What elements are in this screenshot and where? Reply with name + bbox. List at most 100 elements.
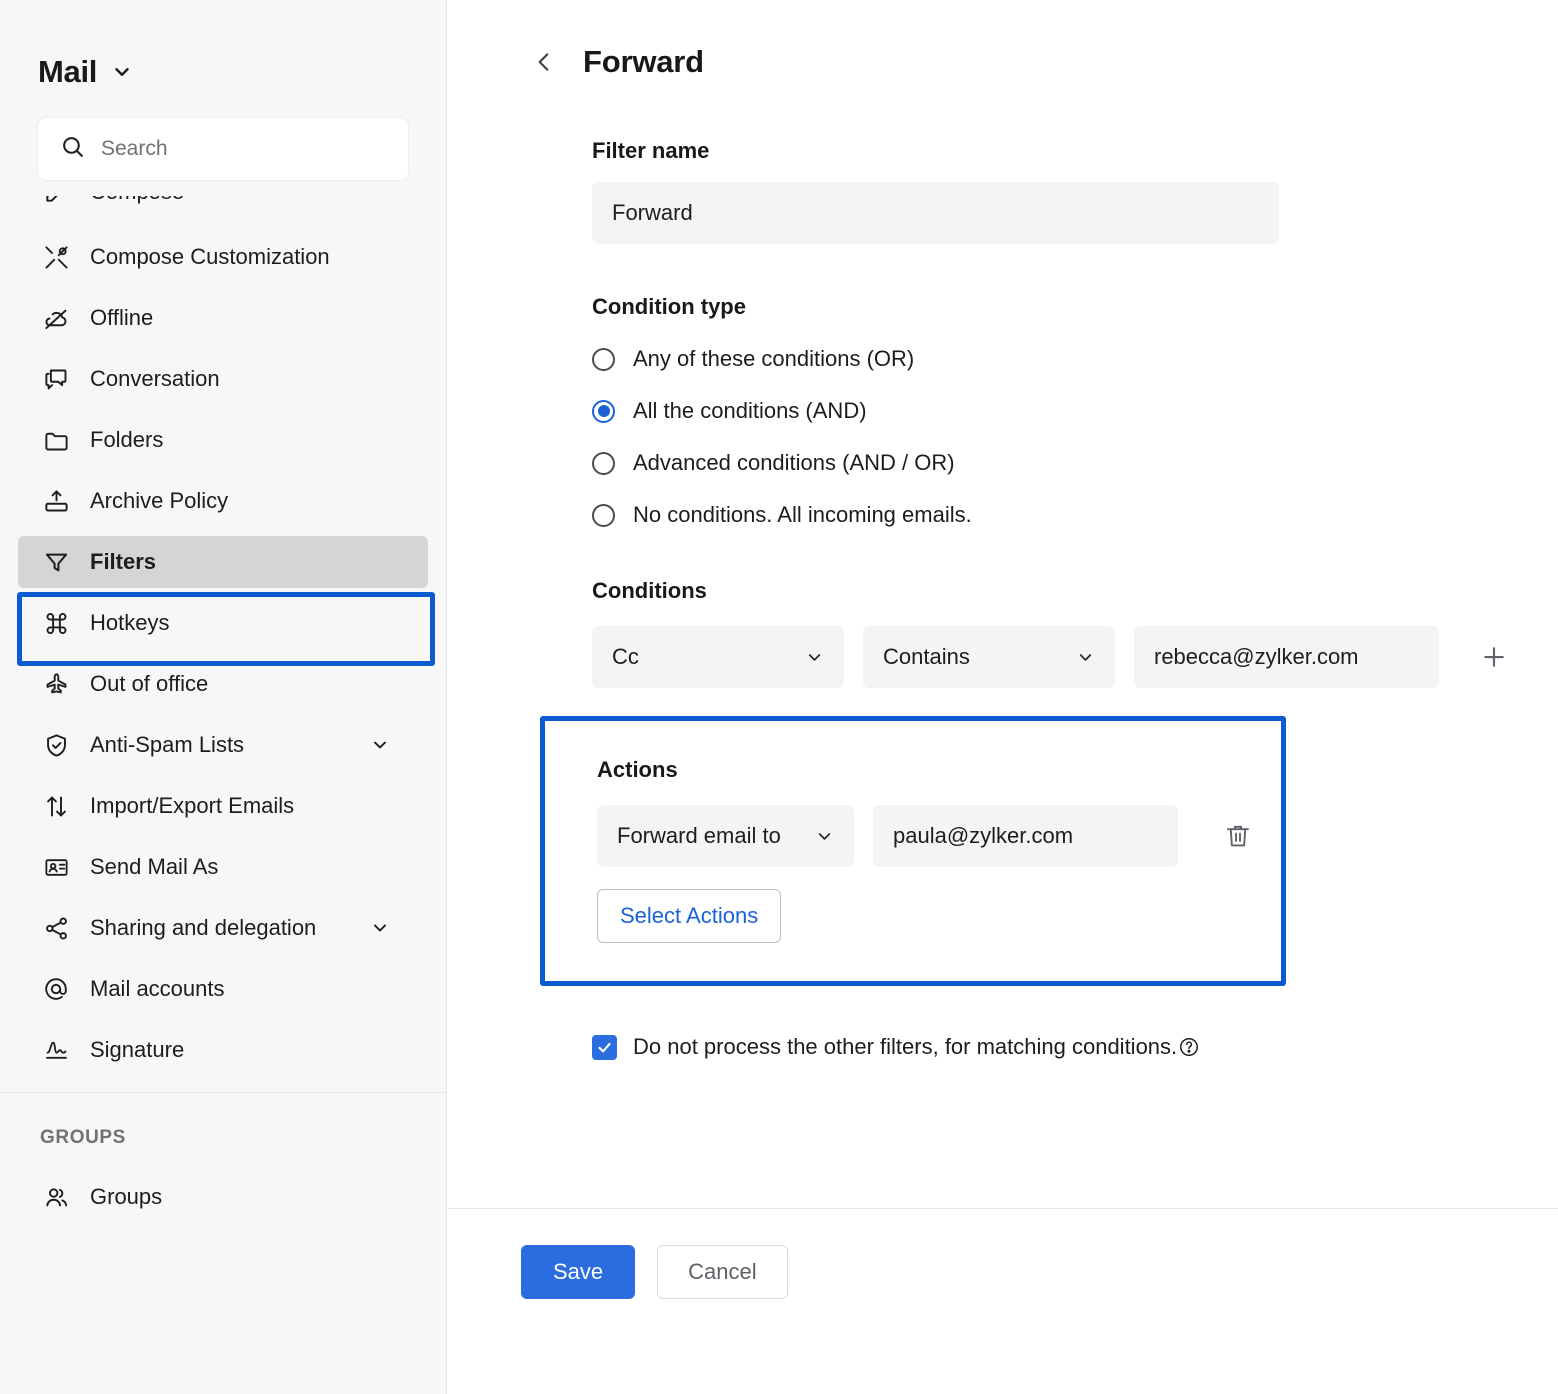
footer-separator <box>447 1208 1558 1209</box>
radio-label: All the conditions (AND) <box>633 398 867 424</box>
sidebar-app-title: Mail <box>38 54 97 90</box>
radio-no-conditions[interactable]: No conditions. All incoming emails. <box>592 502 1558 528</box>
radio-all-the-conditions[interactable]: All the conditions (AND) <box>592 398 1558 424</box>
sidebar-item-label: Offline <box>90 305 153 331</box>
radio-circle-icon[interactable] <box>592 348 615 371</box>
sidebar-header[interactable]: Mail <box>0 0 446 104</box>
search-icon <box>60 134 85 164</box>
filter-form: Filter name Forward Condition type Any o… <box>447 80 1558 1060</box>
chevron-down-icon[interactable] <box>370 735 390 755</box>
filter-name-input[interactable]: Forward <box>592 182 1279 244</box>
airplane-icon <box>40 668 72 700</box>
search-input[interactable]: Search <box>38 118 408 180</box>
search-placeholder: Search <box>101 137 168 161</box>
action-type-value: Forward email to <box>617 823 781 849</box>
sidebar-item-import-export-emails[interactable]: Import/Export Emails <box>18 780 428 832</box>
chevron-down-icon <box>805 648 824 667</box>
sidebar-nav-list: Compose Compose Customization Offline <box>0 196 446 1240</box>
sidebar-item-compose-clipped[interactable]: Compose <box>0 196 446 222</box>
stop-processing-row[interactable]: Do not process the other filters, for ma… <box>592 1034 1558 1060</box>
main-content: Forward Filter name Forward Condition ty… <box>447 0 1558 1394</box>
sidebar-item-compose-customization[interactable]: Compose Customization <box>18 231 428 283</box>
pencil-icon <box>40 196 72 208</box>
filter-name-section: Filter name Forward <box>592 138 1558 244</box>
sidebar-item-signature[interactable]: Signature <box>18 1024 428 1076</box>
sidebar-item-folders[interactable]: Folders <box>18 414 428 466</box>
sidebar-item-label: Import/Export Emails <box>90 793 294 819</box>
radio-label: Advanced conditions (AND / OR) <box>633 450 955 476</box>
arrows-up-down-icon <box>40 790 72 822</box>
chat-bubble-icon <box>40 363 72 395</box>
search-container: Search <box>0 104 446 180</box>
sidebar-item-label: Compose <box>90 196 184 205</box>
sidebar-item-hotkeys[interactable]: Hotkeys <box>18 597 428 649</box>
tools-icon <box>40 241 72 273</box>
signature-icon <box>40 1034 72 1066</box>
radio-circle-icon[interactable] <box>592 452 615 475</box>
sidebar-item-label: Conversation <box>90 366 220 392</box>
funnel-icon <box>40 546 72 578</box>
command-icon <box>40 607 72 639</box>
cloud-off-icon <box>40 302 72 334</box>
archive-icon <box>40 485 72 517</box>
chevron-down-icon <box>1076 648 1095 667</box>
sidebar-item-label: Send Mail As <box>90 854 218 880</box>
sidebar-item-out-of-office[interactable]: Out of office <box>18 658 428 710</box>
sidebar-item-label: Hotkeys <box>90 610 169 636</box>
at-icon <box>40 973 72 1005</box>
sidebar-item-anti-spam-lists[interactable]: Anti-Spam Lists <box>18 719 428 771</box>
radio-any-of-these-conditions[interactable]: Any of these conditions (OR) <box>592 346 1558 372</box>
action-row: Forward email to paula@zylker.com <box>597 805 1281 867</box>
sidebar-item-label: Folders <box>90 427 163 453</box>
sidebar-item-sharing-and-delegation[interactable]: Sharing and delegation <box>18 902 428 954</box>
shield-check-icon <box>40 729 72 761</box>
chevron-down-icon[interactable] <box>370 918 390 938</box>
sidebar-item-send-mail-as[interactable]: Send Mail As <box>18 841 428 893</box>
sidebar-item-label: Sharing and delegation <box>90 915 316 941</box>
condition-type-label: Condition type <box>592 294 1558 320</box>
people-icon <box>40 1181 72 1213</box>
actions-section-highlight: Actions Forward email to paula@zylker.co… <box>540 716 1286 986</box>
sidebar-item-label: Anti-Spam Lists <box>90 732 244 758</box>
condition-operator-select[interactable]: Contains <box>863 626 1115 688</box>
app-root: Mail Search Compose <box>0 0 1558 1394</box>
chevron-down-icon[interactable] <box>111 61 133 83</box>
cancel-button[interactable]: Cancel <box>657 1245 787 1299</box>
sidebar-item-mail-accounts[interactable]: Mail accounts <box>18 963 428 1015</box>
sidebar: Mail Search Compose <box>0 0 447 1394</box>
radio-label: No conditions. All incoming emails. <box>633 502 972 528</box>
sidebar-item-label: Mail accounts <box>90 976 225 1002</box>
main-header: Forward <box>447 0 1558 80</box>
question-mark-icon[interactable] <box>1178 1036 1200 1058</box>
actions-label: Actions <box>597 757 1281 783</box>
sidebar-item-offline[interactable]: Offline <box>18 292 428 344</box>
radio-label: Any of these conditions (OR) <box>633 346 914 372</box>
condition-field-select[interactable]: Cc <box>592 626 844 688</box>
checkbox-checked-icon[interactable] <box>592 1035 617 1060</box>
radio-advanced-conditions[interactable]: Advanced conditions (AND / OR) <box>592 450 1558 476</box>
select-actions-button[interactable]: Select Actions <box>597 889 781 943</box>
condition-value-input[interactable]: rebecca@zylker.com <box>1134 626 1439 688</box>
trash-icon[interactable] <box>1217 815 1259 857</box>
sidebar-item-label: Groups <box>90 1184 162 1210</box>
radio-circle-icon[interactable] <box>592 504 615 527</box>
condition-field-value: Cc <box>612 644 639 670</box>
sidebar-item-conversation[interactable]: Conversation <box>18 353 428 405</box>
chevron-down-icon <box>815 827 834 846</box>
sidebar-item-archive-policy[interactable]: Archive Policy <box>18 475 428 527</box>
sidebar-item-filters[interactable]: Filters <box>18 536 428 588</box>
sidebar-item-label: Filters <box>90 549 156 575</box>
action-value-input[interactable]: paula@zylker.com <box>873 805 1178 867</box>
save-button[interactable]: Save <box>521 1245 635 1299</box>
sidebar-item-label: Signature <box>90 1037 184 1063</box>
sidebar-item-groups[interactable]: Groups <box>18 1171 428 1223</box>
id-card-icon <box>40 851 72 883</box>
sidebar-item-label: Archive Policy <box>90 488 228 514</box>
back-chevron-icon[interactable] <box>531 49 557 75</box>
condition-type-section: Condition type Any of these conditions (… <box>592 294 1558 528</box>
radio-circle-selected-icon[interactable] <box>592 400 615 423</box>
plus-icon[interactable] <box>1474 637 1514 677</box>
action-type-select[interactable]: Forward email to <box>597 805 854 867</box>
conditions-section: Conditions Cc Contains rebec <box>592 578 1558 688</box>
footer-buttons: Save Cancel <box>521 1245 788 1299</box>
